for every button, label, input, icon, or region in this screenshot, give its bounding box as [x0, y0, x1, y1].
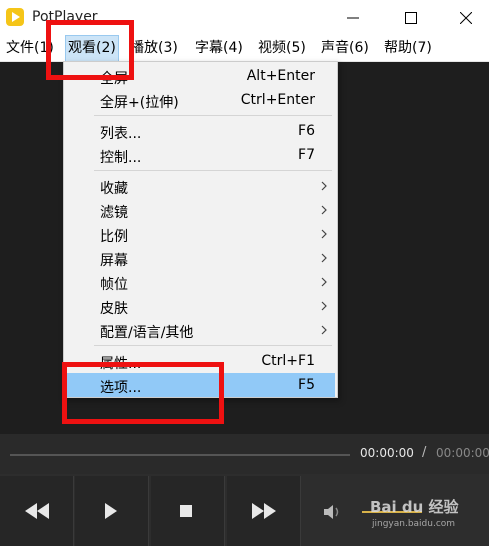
- close-button[interactable]: [443, 0, 489, 36]
- menu-item-label: 滤镜: [100, 205, 128, 221]
- control-bar: Bai du 经验 jingyan.baidu.com: [0, 474, 489, 546]
- menu-item-config-language[interactable]: 配置/语言/其他: [66, 318, 335, 342]
- menu-item-options[interactable]: 选项... F5: [66, 373, 335, 397]
- menu-item-shortcut: Alt+Enter: [246, 68, 315, 84]
- menu-bar: 文件(1) 观看(2) 播放(3) 字幕(4) 视频(5) 声音(6) 帮助(7…: [0, 35, 489, 62]
- menu-separator: [94, 115, 332, 116]
- menu-item-favorites[interactable]: 收藏: [66, 174, 335, 198]
- menu-file[interactable]: 文件(1): [4, 36, 56, 61]
- stop-icon: [180, 505, 192, 517]
- menu-item-skin[interactable]: 皮肤: [66, 294, 335, 318]
- chevron-right-icon: [321, 253, 327, 263]
- menu-separator: [94, 170, 332, 171]
- seek-bar-panel: 00:00:00 / 00:00:00: [0, 434, 489, 474]
- chevron-right-icon: [321, 205, 327, 215]
- menu-item-shortcut: F6: [298, 123, 315, 139]
- chevron-right-icon: [321, 229, 327, 239]
- menu-item-shortcut: F7: [298, 147, 315, 163]
- close-icon: [460, 12, 472, 24]
- maximize-icon: [405, 12, 417, 24]
- watermark-url: jingyan.baidu.com: [372, 519, 456, 529]
- current-time: 00:00:00: [360, 446, 414, 460]
- volume-icon[interactable]: [322, 503, 344, 521]
- menu-separator: [94, 345, 332, 346]
- menu-item-frame[interactable]: 帧位: [66, 270, 335, 294]
- potplayer-logo-icon: [6, 8, 24, 26]
- rewind-icon: [25, 503, 49, 519]
- watermark-brand: Bai du 经验: [370, 498, 459, 516]
- chevron-right-icon: [321, 301, 327, 311]
- menu-item-screen[interactable]: 屏幕: [66, 246, 335, 270]
- menu-audio[interactable]: 声音(6): [319, 36, 371, 61]
- view-dropdown-menu: 全屏 Alt+Enter 全屏+(拉伸) Ctrl+Enter 列表... F6…: [63, 61, 338, 398]
- menu-item-ratio[interactable]: 比例: [66, 222, 335, 246]
- menu-item-control[interactable]: 控制... F7: [66, 143, 335, 167]
- menu-item-label: 比例: [100, 229, 128, 245]
- chevron-right-icon: [321, 325, 327, 335]
- menu-video[interactable]: 视频(5): [256, 36, 308, 61]
- minimize-icon: [347, 17, 359, 19]
- menu-help[interactable]: 帮助(7): [382, 36, 434, 61]
- time-separator: /: [422, 445, 427, 460]
- maximize-button[interactable]: [388, 0, 434, 36]
- play-icon: [105, 503, 117, 519]
- total-time: 00:00:00: [436, 446, 489, 460]
- chevron-right-icon: [321, 277, 327, 287]
- menu-item-label: 全屏: [100, 71, 128, 87]
- menu-view[interactable]: 观看(2): [65, 35, 119, 62]
- menu-item-shortcut: Ctrl+Enter: [240, 92, 315, 108]
- rewind-button[interactable]: [0, 476, 74, 546]
- menu-item-label: 控制...: [100, 150, 142, 166]
- menu-item-label: 属性...: [100, 356, 142, 372]
- menu-item-label: 屏幕: [100, 253, 128, 269]
- menu-item-label: 皮肤: [100, 301, 128, 317]
- menu-play[interactable]: 播放(3): [128, 36, 180, 61]
- menu-item-filters[interactable]: 滤镜: [66, 198, 335, 222]
- title-bar: PotPlayer: [0, 0, 489, 36]
- menu-subtitle[interactable]: 字幕(4): [193, 36, 245, 61]
- menu-item-properties[interactable]: 属性... Ctrl+F1: [66, 349, 335, 373]
- menu-item-fullscreen-stretch[interactable]: 全屏+(拉伸) Ctrl+Enter: [66, 88, 335, 112]
- menu-item-shortcut: F5: [298, 377, 315, 393]
- menu-item-label: 收藏: [100, 181, 128, 197]
- forward-button[interactable]: [227, 476, 301, 546]
- menu-item-label: 帧位: [100, 277, 128, 293]
- play-button[interactable]: [75, 476, 149, 546]
- minimize-button[interactable]: [330, 0, 376, 36]
- menu-item-shortcut: Ctrl+F1: [261, 353, 315, 369]
- window-title: PotPlayer: [32, 9, 98, 25]
- menu-item-playlist[interactable]: 列表... F6: [66, 119, 335, 143]
- fast-forward-icon: [252, 503, 276, 519]
- menu-item-label: 配置/语言/其他: [100, 325, 194, 341]
- menu-item-label: 选项...: [100, 380, 142, 396]
- seek-slider[interactable]: [10, 454, 350, 456]
- menu-item-label: 全屏+(拉伸): [100, 95, 179, 111]
- menu-item-label: 列表...: [100, 126, 142, 142]
- chevron-right-icon: [321, 181, 327, 191]
- menu-item-fullscreen[interactable]: 全屏 Alt+Enter: [66, 64, 335, 88]
- stop-button[interactable]: [151, 476, 225, 546]
